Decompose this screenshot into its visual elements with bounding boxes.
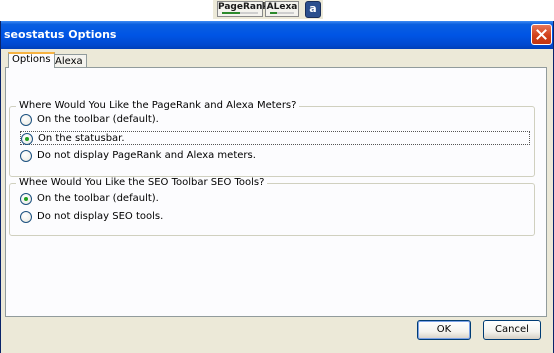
- window-title: seostatus Options: [4, 28, 117, 41]
- radio-checked-dot: [24, 197, 28, 201]
- pagerank-bar: [222, 12, 258, 14]
- radio-button[interactable]: [21, 133, 33, 145]
- meters-statusbar-option[interactable]: On the statusbar.: [20, 131, 530, 145]
- radio-button[interactable]: [20, 114, 32, 126]
- ok-button[interactable]: OK: [417, 320, 471, 340]
- cancel-button[interactable]: Cancel: [483, 320, 541, 340]
- seostatus-logo-icon[interactable]: a: [305, 1, 321, 18]
- radio-button[interactable]: [20, 211, 32, 223]
- alexa-fill: [270, 12, 278, 14]
- radio-label: Do not display PageRank and Alexa meters…: [37, 150, 256, 161]
- radio-label: On the statusbar.: [38, 133, 125, 144]
- options-dialog: seostatus Options Options Alexa Where Wo…: [0, 21, 554, 353]
- radio-label: On the toolbar (default).: [37, 193, 159, 204]
- radio-label: On the toolbar (default).: [37, 114, 159, 125]
- radio-button[interactable]: [20, 193, 32, 205]
- tab-options[interactable]: Options: [8, 52, 55, 68]
- meters-location-group: Where Would You Like the PageRank and Al…: [9, 100, 535, 177]
- close-button[interactable]: [531, 24, 552, 45]
- close-icon: [536, 29, 547, 40]
- radio-checked-dot: [25, 137, 29, 141]
- seo-tools-location-group: Whee Would You Like the SEO Toolbar SEO …: [9, 177, 535, 236]
- radio-button[interactable]: [20, 150, 32, 162]
- seo-tools-group-legend: Whee Would You Like the SEO Toolbar SEO …: [16, 177, 268, 188]
- options-panel: Where Would You Like the PageRank and Al…: [5, 67, 547, 317]
- seostatus-logo-letter: a: [309, 2, 317, 15]
- pagerank-label: PageRank: [218, 2, 269, 12]
- alexa-bar: [270, 12, 294, 14]
- alexa-label: ALexa: [266, 2, 298, 12]
- title-bar[interactable]: seostatus Options: [1, 21, 553, 49]
- radio-label: Do not display SEO tools.: [37, 211, 164, 222]
- pagerank-meter[interactable]: PageRank: [217, 1, 269, 17]
- pagerank-fill: [222, 12, 240, 14]
- alexa-meter[interactable]: ALexa: [265, 1, 299, 17]
- meters-group-legend: Where Would You Like the PageRank and Al…: [16, 100, 300, 111]
